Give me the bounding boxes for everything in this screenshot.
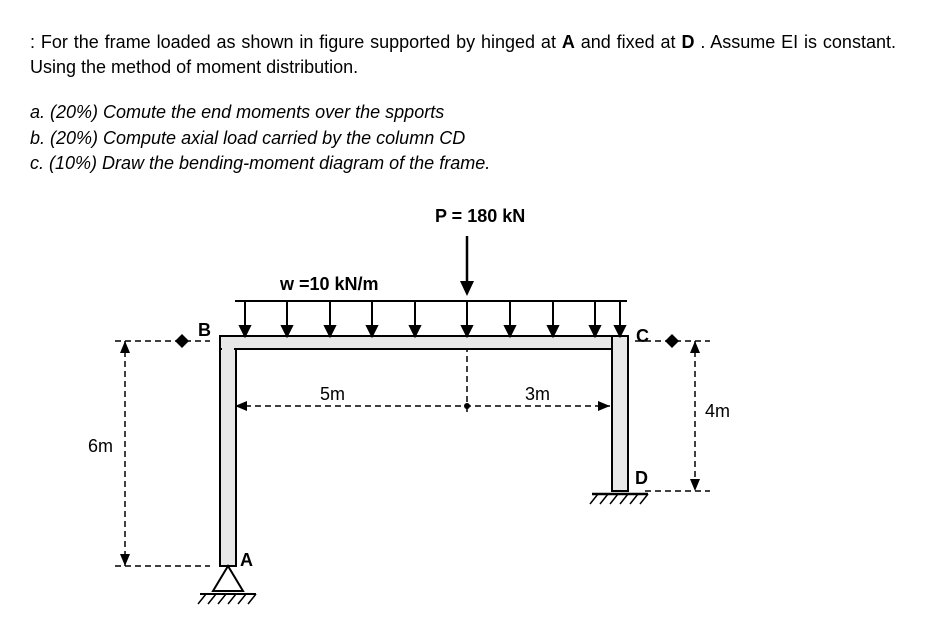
node-b-label: B xyxy=(198,320,211,341)
task-b: b. (20%) Compute axial load carried by t… xyxy=(30,126,896,151)
node-c-label: C xyxy=(636,326,649,347)
dim-3m: 3m xyxy=(525,384,550,405)
point-load-label: P = 180 kN xyxy=(435,206,525,227)
task-list: a. (20%) Comute the end moments over the… xyxy=(30,100,896,176)
dim-5m: 5m xyxy=(320,384,345,405)
diagram-svg xyxy=(70,206,770,606)
problem-statement: : For the frame loaded as shown in figur… xyxy=(30,30,896,80)
node-label-d: D xyxy=(681,32,694,52)
node-d-label: D xyxy=(635,468,648,489)
task-c: c. (10%) Draw the bending-moment diagram… xyxy=(30,151,896,176)
intro-text-1: : For the frame loaded as shown in figur… xyxy=(30,32,562,52)
dim-4m: 4m xyxy=(705,401,730,422)
dist-load-label: w =10 kN/m xyxy=(280,274,379,295)
dim-6m: 6m xyxy=(88,436,113,457)
node-label-a: A xyxy=(562,32,575,52)
node-a-label: A xyxy=(240,550,253,571)
frame-diagram: P = 180 kN w =10 kN/m B C A D 5m 3m 6m 4… xyxy=(70,206,770,606)
intro-text-2: and fixed at xyxy=(581,32,682,52)
task-a: a. (20%) Comute the end moments over the… xyxy=(30,100,896,125)
